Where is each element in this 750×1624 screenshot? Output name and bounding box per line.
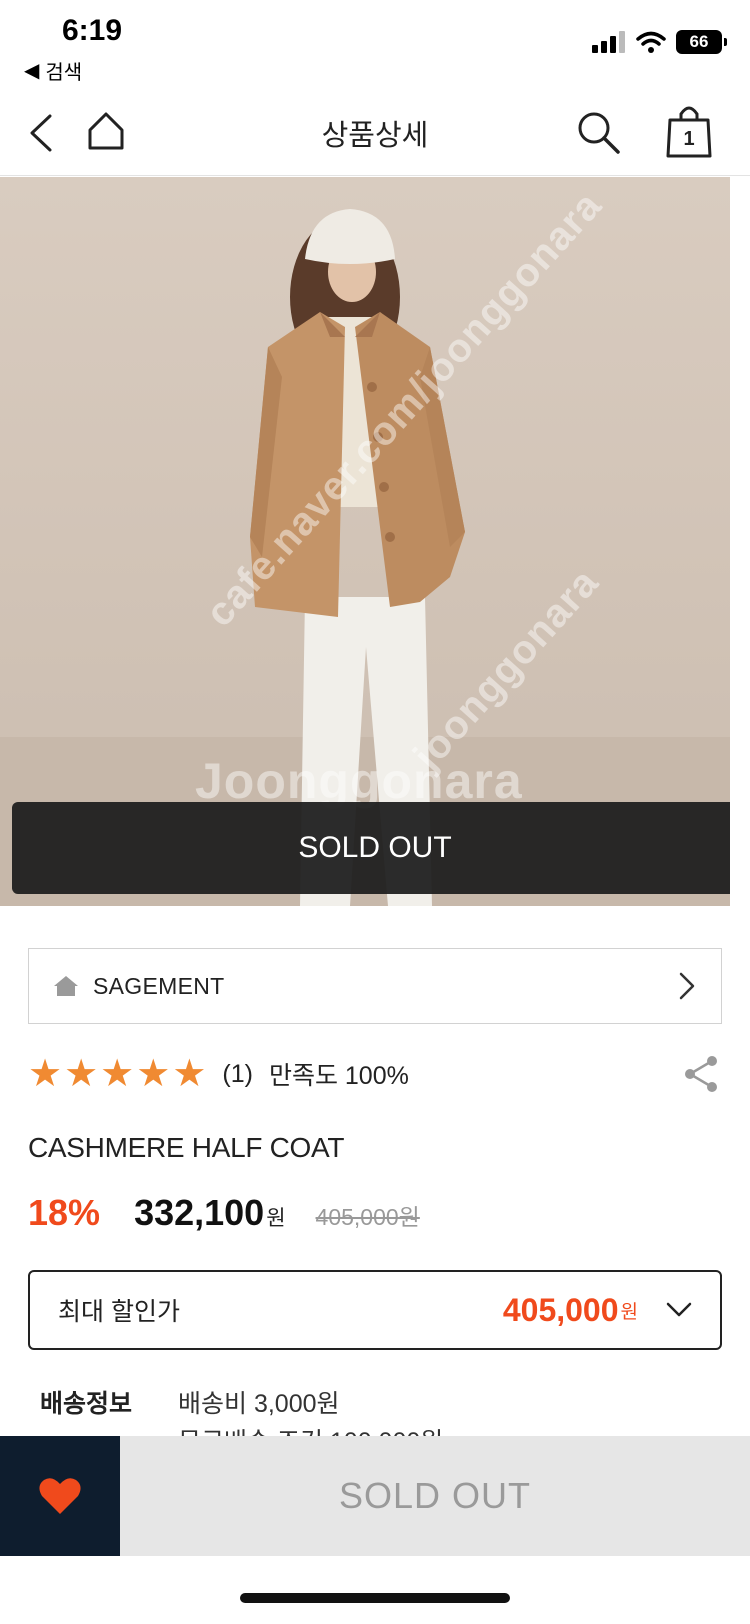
brand-name: SAGEMENT (93, 972, 225, 999)
shipping-fee: 배송비 3,000원 (178, 1390, 340, 1418)
bottom-action-bar: SOLD OUT (0, 1436, 750, 1556)
cart-button[interactable]: 1 (662, 102, 716, 160)
star-icon: ★ (64, 1053, 99, 1095)
product-name: CASHMERE HALF COAT (28, 1132, 345, 1163)
status-back-link[interactable]: ◀ 검색 (24, 56, 82, 85)
price-currency: 원 (266, 1207, 286, 1230)
status-back-label: 검색 (45, 62, 83, 84)
status-indicators: 66 (592, 30, 727, 54)
shipping-label: 배송정보 (40, 1390, 133, 1418)
price-row: 18% 332,100 원 405,000원 (28, 1192, 420, 1242)
cart-count: 1 (683, 128, 695, 150)
sold-out-banner: SOLD OUT (12, 802, 730, 894)
status-bar: 6:19 ◀ 검색 66 (0, 0, 750, 90)
app-header: 상품상세 1 (0, 90, 750, 176)
max-discount-label: 최대 할인가 (58, 1298, 180, 1326)
max-discount-currency: 원 (620, 1301, 638, 1323)
satisfaction-rate: 만족도 100% (268, 1062, 409, 1090)
brand-link[interactable]: SAGEMENT (28, 948, 722, 1024)
product-image[interactable]: cafe.naver.com/joonggonara joonggonara J… (0, 177, 730, 906)
max-discount-price: 405,000 (502, 1291, 619, 1328)
shipping-info: 배송정보 배송비 3,000원 (40, 1384, 720, 1420)
original-price: 405,000원 (315, 1204, 420, 1230)
search-icon[interactable] (574, 108, 622, 156)
discount-rate: 18% (28, 1192, 101, 1233)
share-icon[interactable] (680, 1053, 722, 1095)
star-rating: ★ ★ ★ ★ ★ (28, 1055, 206, 1093)
star-icon: ★ (100, 1053, 135, 1095)
star-icon: ★ (136, 1053, 171, 1095)
wishlist-button[interactable] (0, 1436, 120, 1556)
rating-row: ★ ★ ★ ★ ★ (1) 만족도 100% (28, 1052, 722, 1096)
battery-icon: 66 (676, 30, 727, 54)
signal-icon (592, 31, 625, 53)
page-title: 상품상세 (321, 120, 429, 152)
home-icon (54, 976, 78, 996)
chevron-right-icon (679, 972, 695, 1000)
review-count[interactable]: (1) (222, 1060, 253, 1089)
max-discount-dropdown[interactable]: 최대 할인가 405,000 원 (28, 1270, 722, 1350)
back-triangle-icon: ◀ (24, 60, 40, 82)
status-time: 6:19 (62, 14, 123, 47)
heart-icon (39, 1478, 81, 1514)
home-indicator-area (0, 1556, 750, 1624)
star-icon: ★ (28, 1053, 63, 1095)
chevron-down-icon (666, 1302, 692, 1317)
sale-price: 332,100 (134, 1192, 265, 1233)
home-indicator[interactable] (240, 1593, 510, 1603)
wifi-icon (636, 31, 666, 53)
star-icon: ★ (172, 1053, 207, 1095)
sold-out-button[interactable]: SOLD OUT (120, 1436, 750, 1556)
